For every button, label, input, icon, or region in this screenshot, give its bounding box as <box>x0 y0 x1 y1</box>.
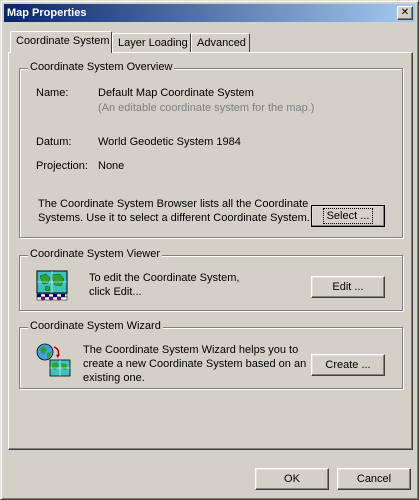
map-properties-dialog: Map Properties ✕ Coordinate System Layer… <box>0 0 419 500</box>
title-bar[interactable]: Map Properties ✕ <box>4 4 415 22</box>
close-icon: ✕ <box>400 7 410 18</box>
overview-group: Coordinate System Overview Name: Default… <box>19 61 403 238</box>
tab-panel-coordinate-system: Coordinate System Overview Name: Default… <box>8 52 413 450</box>
name-description: (An editable coordinate system for the m… <box>98 102 315 114</box>
datum-label: Datum: <box>36 136 72 148</box>
ok-button[interactable]: OK <box>255 468 329 490</box>
name-label: Name: <box>36 87 69 99</box>
datum-value: World Geodetic System 1984 <box>98 136 241 148</box>
viewer-description-line1: To edit the Coordinate System, <box>89 272 240 284</box>
wizard-group-title: Coordinate System Wizard <box>28 320 163 332</box>
select-button-label: Select ... <box>322 208 374 224</box>
select-button[interactable]: Select ... <box>311 205 385 227</box>
name-value: Default Map Coordinate System <box>98 87 254 99</box>
edit-button[interactable]: Edit ... <box>311 276 385 298</box>
viewer-group-title: Coordinate System Viewer <box>28 248 163 260</box>
wizard-description-line3: existing one. <box>83 372 145 384</box>
tab-label: Coordinate System <box>16 35 110 47</box>
map-grid-icon <box>36 270 68 301</box>
globe-to-map-icon <box>36 343 71 377</box>
wizard-group: Coordinate System Wizard The Coordinate … <box>19 320 403 389</box>
window-title: Map Properties <box>7 7 87 19</box>
tab-label: Layer Loading <box>118 37 188 49</box>
wizard-description-line1: The Coordinate System Wizard helps you t… <box>83 344 299 356</box>
close-button[interactable]: ✕ <box>397 6 413 20</box>
wizard-description-line2: create a new Coordinate System based on … <box>83 358 307 370</box>
create-button[interactable]: Create ... <box>311 354 385 376</box>
viewer-group: Coordinate System Viewer To edit the Coo… <box>19 248 403 311</box>
tab-layer-loading[interactable]: Layer Loading <box>112 33 191 53</box>
viewer-description-line2: click Edit... <box>89 286 142 298</box>
browser-description-line1: The Coordinate System Browser lists all … <box>38 198 309 210</box>
browser-description-line2: Systems. Use it to select a different Co… <box>38 212 310 224</box>
projection-label: Projection: <box>36 160 88 172</box>
projection-value: None <box>98 160 125 172</box>
overview-group-title: Coordinate System Overview <box>28 61 175 73</box>
tab-advanced[interactable]: Advanced <box>191 33 250 53</box>
tab-label: Advanced <box>197 37 246 49</box>
cancel-button[interactable]: Cancel <box>337 468 411 490</box>
tab-coordinate-system[interactable]: Coordinate System <box>10 31 112 53</box>
